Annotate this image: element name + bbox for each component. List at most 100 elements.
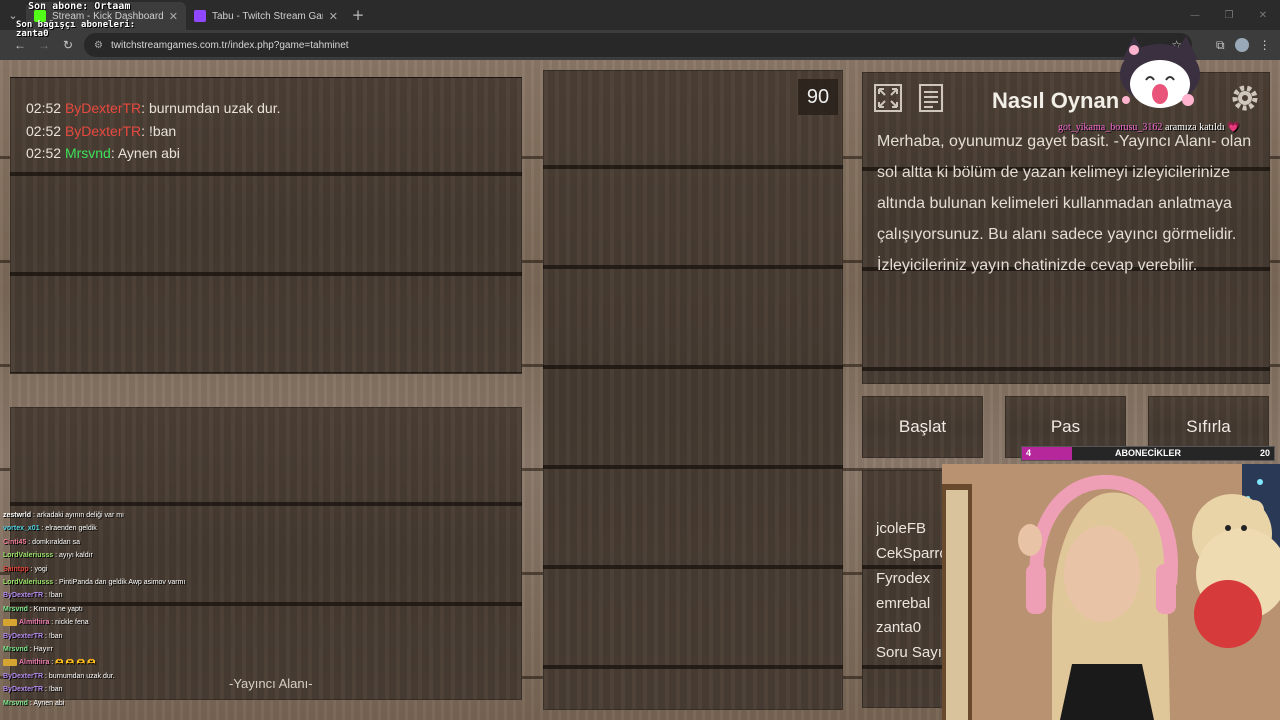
chat-message: : !ban: [43, 686, 63, 694]
chat-user: Cinti45: [3, 538, 27, 546]
subscriber-badge-icon: [3, 659, 17, 667]
extensions-icon[interactable]: ⧉: [1216, 38, 1225, 53]
start-button[interactable]: Başlat: [862, 396, 983, 458]
webcam-feed: [942, 464, 1280, 720]
list-item: Saintpp : yogi: [0, 563, 240, 576]
chat-message: : arkadaki ayının deliği var mı: [31, 512, 125, 519]
last-subscriber-overlay: Son abone: Ortaam: [28, 1, 131, 12]
follow-alert-mascot-icon: [1112, 30, 1208, 122]
new-tab-button[interactable]: +: [346, 6, 370, 24]
chat-message: : Kırınca ne yaptı: [27, 605, 83, 613]
menu-icon[interactable]: ⋮: [1259, 38, 1271, 53]
alert-message: aramıza katıldı 💗: [1162, 122, 1240, 133]
list-item: LordValeriusss : ayıyı kaldır: [0, 549, 240, 562]
chat-message: : ayıyı kaldır: [53, 552, 93, 560]
player-name: emrebal: [876, 595, 931, 612]
chat-user: ByDexterTR: [3, 592, 44, 600]
address-bar[interactable]: ⚙ twitchstreamgames.com.tr/index.php?gam…: [84, 33, 1192, 57]
chat-user: Mrsvnd: [3, 646, 28, 654]
chat-time: 02:52: [26, 123, 62, 139]
subscriber-badge-icon: [3, 618, 17, 626]
chat-user: Almithira: [19, 619, 50, 627]
donors-value: zanta0: [16, 29, 49, 39]
list-item: Mrsvnd : Kırınca ne yaptı: [0, 603, 240, 616]
chat-time: 02:52: [26, 145, 62, 161]
list-item: ByDexterTR : burnumdan uzak dur.: [0, 670, 240, 683]
follow-alert-text: got_yikama_borusu_3162 aramıza katıldı 💗: [1058, 122, 1240, 133]
question-count-label: Soru Sayıs: [876, 644, 946, 661]
minimize-icon[interactable]: —: [1178, 0, 1212, 30]
chat-message: : Hayırr: [27, 646, 53, 654]
list-item: vortex_x01 : elraenden geldik: [0, 522, 240, 535]
chat-user: ByDexterTR: [3, 632, 44, 640]
chat-user: ByDexterTR: [3, 672, 44, 680]
close-tab-icon[interactable]: ✕: [169, 10, 178, 23]
chat-line: 02:52 Mrsvnd: Aynen abi: [26, 145, 180, 161]
chat-user: vortex_x01: [3, 525, 40, 533]
last-donors-overlay: Son bağışçı aboneleri: zanta0: [16, 21, 135, 39]
chat-user: ByDexterTR: [3, 686, 44, 694]
browser-toolbar: ← → ↻ ⚙ twitchstreamgames.com.tr/index.p…: [0, 30, 1280, 60]
window-controls: — ❐ ✕: [1178, 0, 1280, 30]
game-chat-panel: 02:52 ByDexterTR: burnumdan uzak dur. 02…: [10, 77, 522, 374]
list-item: ByDexterTR : !ban: [0, 683, 240, 696]
tab-tabu-games[interactable]: Tabu - Twitch Stream Games ✕: [186, 2, 346, 30]
chat-message: : !ban: [141, 123, 177, 139]
maximize-icon[interactable]: ❐: [1212, 0, 1246, 30]
chat-user: zestwrld: [3, 512, 32, 519]
chat-user: LordValeriusss: [3, 579, 54, 587]
chat-user: LordValeriusss: [3, 552, 54, 560]
player-name: Fyrodex: [876, 570, 931, 587]
player-name: jcoleFB: [876, 520, 927, 537]
chat-message: : 🫶 🫶 🫶 🫶: [49, 659, 96, 667]
chat-user: Almithira: [19, 659, 50, 667]
chat-time: 02:52: [26, 100, 62, 116]
list-item: ByDexterTR : !ban: [0, 630, 240, 643]
chat-user: Mrsvnd: [3, 699, 28, 707]
chat-message: : yogi: [28, 565, 48, 573]
document-icon[interactable]: [914, 81, 948, 115]
list-item: zestwrld : arkadaki ayının deliği var mı: [0, 509, 240, 522]
list-item: Almithira : nickle fena: [0, 616, 240, 629]
close-window-icon[interactable]: ✕: [1246, 0, 1280, 30]
word-list-panel: [543, 70, 843, 710]
tab-title: Tabu - Twitch Stream Games: [212, 10, 323, 22]
twitch-favicon-icon: [194, 10, 206, 22]
chat-user: Mrsvnd: [64, 145, 111, 161]
chat-message: : burnumdan uzak dur.: [141, 100, 281, 116]
toolbar-right-icons: ⧉ ⋮: [1216, 37, 1271, 53]
back-icon[interactable]: ←: [8, 38, 32, 52]
subscriber-goal-bar: 4 ABONECİKLER 20: [1021, 446, 1275, 461]
fullscreen-icon[interactable]: [871, 81, 905, 115]
list-item: ByDexterTR : !ban: [0, 589, 240, 602]
goal-target: 20: [1259, 448, 1270, 458]
how-to-play-text: Merhaba, oyunumuz gayet basit. -Yayıncı …: [877, 133, 1252, 274]
tab-bar: ⌄ Stream - Kick Dashboard ✕ Tabu - Twitc…: [0, 0, 1280, 30]
list-item: Almithira : 🫶 🫶 🫶 🫶: [0, 656, 240, 669]
chat-message: : !ban: [43, 592, 63, 600]
gear-icon[interactable]: [1228, 81, 1262, 115]
chat-message: : burnumdan uzak dur.: [43, 672, 115, 680]
streamer-area-label: -Yayıncı Alanı-: [229, 676, 313, 691]
player-name: zanta0: [876, 619, 922, 636]
chat-message: : PintiPanda dan geldik Awp asimov varmı: [53, 579, 186, 587]
chat-message: : Aynen abi: [110, 145, 180, 161]
chat-line: 02:52 ByDexterTR: burnumdan uzak dur.: [26, 100, 280, 116]
chat-message: : Aynen abi: [27, 699, 65, 707]
close-tab-icon[interactable]: ✕: [329, 10, 338, 23]
countdown-timer: 90: [798, 79, 838, 115]
chat-message: : domkıraldan sa: [26, 538, 81, 546]
site-info-icon[interactable]: ⚙: [94, 40, 103, 51]
forward-icon[interactable]: →: [32, 38, 56, 52]
list-item: Mrsvnd : Hayırr: [0, 643, 240, 656]
how-to-play-title: Nasıl Oynan: [992, 88, 1120, 113]
kick-chat-overlay: zestwrld : arkadaki ayının deliği var mı…: [0, 509, 240, 720]
chat-user: Mrsvnd: [3, 605, 28, 613]
chat-message: : elraenden geldik: [39, 525, 97, 533]
chat-line: 02:52 ByDexterTR: !ban: [26, 123, 176, 139]
chat-user: Saintpp: [3, 565, 29, 573]
profile-avatar-icon[interactable]: [1234, 37, 1249, 52]
reload-icon[interactable]: ↻: [56, 38, 80, 52]
chat-user: ByDexterTR: [64, 100, 142, 116]
chat-message: : nickle fena: [49, 619, 89, 627]
